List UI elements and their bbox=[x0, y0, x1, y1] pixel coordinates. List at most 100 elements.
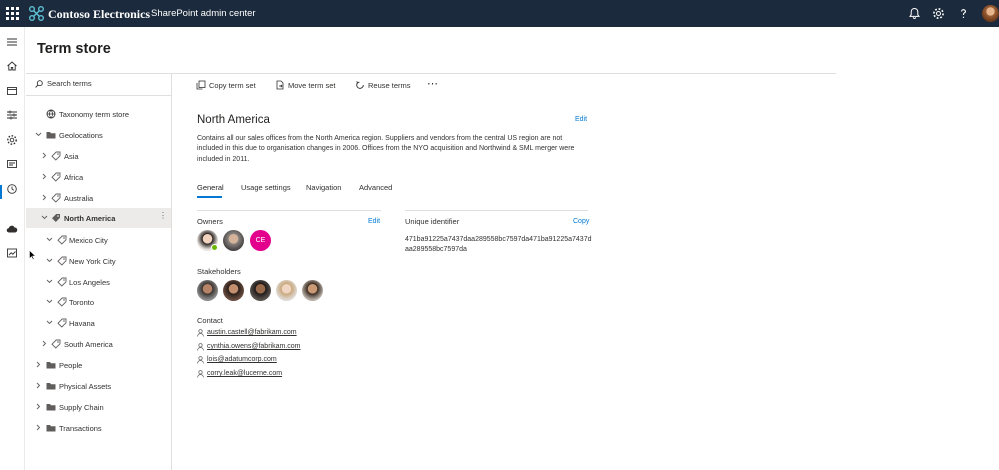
more-commands-button[interactable]: ⋯ bbox=[427, 77, 439, 90]
search-terms-box[interactable]: Search terms bbox=[26, 74, 172, 94]
tree-item-transactions[interactable]: Transactions bbox=[26, 418, 171, 438]
tree-item-new-york-city[interactable]: New York City bbox=[26, 251, 171, 271]
hamburger-icon[interactable] bbox=[6, 36, 18, 48]
tree-item-label: New York City bbox=[69, 257, 116, 266]
term-icon bbox=[57, 235, 67, 245]
folder-icon bbox=[46, 425, 56, 432]
chevron-down-icon[interactable] bbox=[46, 319, 53, 326]
uid-value: 471ba91225a7437daa289558bc7597da471ba912… bbox=[405, 236, 592, 253]
app-name[interactable]: SharePoint admin center bbox=[151, 8, 256, 19]
stakeholder-avatar[interactable] bbox=[250, 280, 271, 301]
tree-item-los-angeles[interactable]: Los Angeles bbox=[26, 272, 171, 292]
presence-available-icon bbox=[211, 244, 218, 251]
content-services-icon[interactable] bbox=[6, 158, 18, 170]
person-icon bbox=[197, 370, 204, 378]
tree-item-label: Toronto bbox=[69, 298, 95, 307]
tree-item-label: North America bbox=[64, 214, 116, 223]
sites-icon[interactable] bbox=[6, 85, 18, 97]
uid-label: Unique identifier bbox=[405, 217, 460, 226]
owner-initials-avatar[interactable]: CE bbox=[250, 230, 271, 251]
copy-icon bbox=[196, 80, 206, 90]
tree-item-label: Mexico City bbox=[69, 236, 108, 245]
tree-item-south-america[interactable]: South America bbox=[26, 334, 171, 354]
search-placeholder: Search terms bbox=[47, 79, 92, 88]
folder-icon bbox=[46, 132, 56, 139]
chevron-down-icon[interactable] bbox=[46, 236, 53, 243]
chevron-right-icon[interactable] bbox=[41, 194, 48, 201]
contact-email[interactable]: cynthia.owens@fabrikam.com bbox=[207, 343, 300, 350]
chevron-right-icon[interactable] bbox=[35, 382, 42, 389]
edit-owners-link[interactable]: Edit bbox=[368, 218, 380, 225]
chevron-right-icon[interactable] bbox=[41, 340, 48, 347]
bell-icon[interactable] bbox=[908, 7, 921, 20]
stakeholder-avatar[interactable] bbox=[223, 280, 244, 301]
contoso-logo-icon[interactable] bbox=[28, 5, 45, 22]
detail-description: Contains all our sales offices from the … bbox=[197, 135, 575, 163]
folder-icon bbox=[46, 362, 56, 369]
tree-item-label: South America bbox=[64, 340, 113, 349]
tree-item-north-america[interactable]: North America ⋮ bbox=[26, 208, 171, 228]
org-name[interactable]: Contoso Electronics bbox=[48, 7, 150, 22]
migration-icon[interactable] bbox=[6, 183, 18, 195]
active-nav-indicator bbox=[0, 185, 2, 199]
edit-description-link[interactable]: Edit bbox=[575, 116, 587, 123]
globe-icon bbox=[46, 109, 56, 119]
tab-advanced[interactable]: Advanced bbox=[359, 183, 392, 192]
chevron-down-icon[interactable] bbox=[46, 278, 53, 285]
contact-email[interactable]: lois@adatumcorp.com bbox=[207, 356, 277, 363]
reports-icon[interactable] bbox=[6, 247, 18, 259]
chevron-down-icon[interactable] bbox=[41, 214, 48, 221]
settings-icon[interactable] bbox=[6, 134, 18, 146]
tab-navigation[interactable]: Navigation bbox=[306, 183, 341, 192]
tree-item-toronto[interactable]: Toronto bbox=[26, 292, 171, 312]
stakeholder-avatar[interactable] bbox=[197, 280, 218, 301]
profile-avatar[interactable] bbox=[982, 5, 999, 22]
tree-item-havana[interactable]: Havana bbox=[26, 313, 171, 333]
left-nav-rail bbox=[0, 27, 25, 470]
tab-usage-settings[interactable]: Usage settings bbox=[241, 183, 291, 192]
home-icon[interactable] bbox=[6, 60, 18, 72]
tree-item-label: Taxonomy term store bbox=[59, 110, 130, 119]
chevron-down-icon[interactable] bbox=[46, 298, 53, 305]
copy-uid-link[interactable]: Copy bbox=[573, 218, 589, 225]
chevron-right-icon[interactable] bbox=[41, 173, 48, 180]
term-icon bbox=[57, 256, 67, 266]
contact-email[interactable]: austin.castell@fabrikam.com bbox=[207, 329, 297, 336]
person-icon bbox=[197, 356, 204, 364]
pane-divider bbox=[171, 73, 172, 470]
stakeholder-avatar[interactable] bbox=[302, 280, 323, 301]
tree-item-geolocations[interactable]: Geolocations bbox=[26, 125, 171, 145]
stakeholder-avatar[interactable] bbox=[276, 280, 297, 301]
tree-item-africa[interactable]: Africa bbox=[26, 167, 171, 187]
tab-general[interactable]: General bbox=[197, 183, 224, 192]
policies-icon[interactable] bbox=[6, 109, 18, 121]
tree-item-mexico-city[interactable]: Mexico City bbox=[26, 230, 171, 250]
tree-item-australia[interactable]: Australia bbox=[26, 188, 171, 208]
tree-item-physical-assets[interactable]: Physical Assets bbox=[26, 376, 171, 396]
gear-icon[interactable] bbox=[932, 7, 945, 20]
chevron-right-icon[interactable] bbox=[41, 152, 48, 159]
chevron-right-icon[interactable] bbox=[35, 424, 42, 431]
uid-divider bbox=[405, 210, 588, 211]
chevron-right-icon[interactable] bbox=[35, 403, 42, 410]
folder-icon bbox=[46, 404, 56, 411]
more-actions-icon[interactable]: ⋮ bbox=[159, 211, 167, 220]
onedrive-icon[interactable] bbox=[6, 223, 18, 235]
tree-item-label: Africa bbox=[64, 173, 84, 182]
detail-title: North America bbox=[197, 114, 270, 126]
term-icon bbox=[57, 318, 67, 328]
waffle-icon[interactable] bbox=[6, 7, 19, 20]
tree-item-supply-chain[interactable]: Supply Chain bbox=[26, 397, 171, 417]
tree-item-taxonomy-term-store[interactable]: Taxonomy term store bbox=[26, 104, 171, 124]
owner-avatar[interactable] bbox=[223, 230, 244, 251]
tree-item-asia[interactable]: Asia bbox=[26, 146, 171, 166]
reuse-terms-label: Reuse terms bbox=[368, 81, 411, 90]
help-icon[interactable] bbox=[957, 7, 970, 20]
chevron-right-icon[interactable] bbox=[35, 361, 42, 368]
person-icon bbox=[197, 343, 204, 351]
contact-email[interactable]: corry.leak@lucerne.com bbox=[207, 370, 282, 377]
chevron-down-icon[interactable] bbox=[35, 131, 42, 138]
tree-item-people[interactable]: People bbox=[26, 355, 171, 375]
term-set-icon bbox=[51, 172, 61, 182]
chevron-down-icon[interactable] bbox=[46, 257, 53, 264]
